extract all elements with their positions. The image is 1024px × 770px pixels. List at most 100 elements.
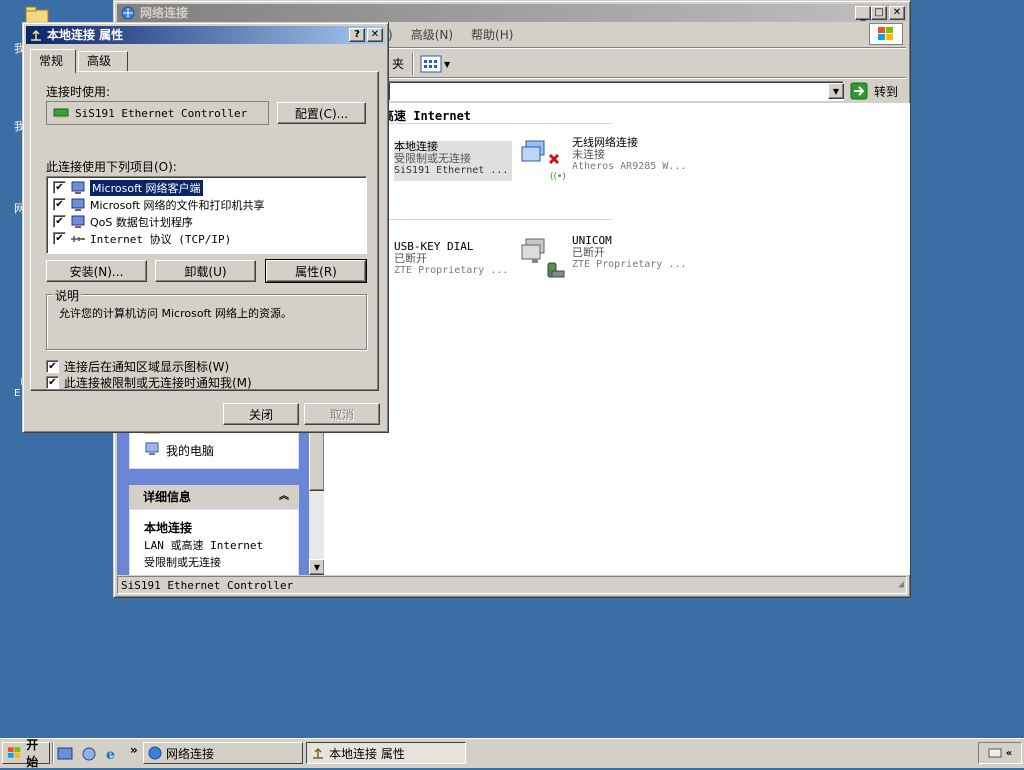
connection-device: SiS191 Ethernet ... [394,165,509,176]
connection-status: 已断开 [572,246,605,259]
go-button[interactable]: 转到 [850,81,906,101]
component-checkbox[interactable]: ✔ [53,198,66,211]
chevron-down-icon: ▼ [444,59,451,69]
connection-unicom[interactable]: UNICOM 已断开 ZTE Proprietary ... [520,235,686,283]
description-title: 说明 [53,287,82,304]
chevron-up-icon[interactable]: ︽ [279,485,289,509]
show-desktop-icon[interactable] [57,746,73,762]
option-notify[interactable]: ✔ 此连接被限制或无连接时通知我(M) [46,374,252,391]
tray-expand-icon[interactable]: « [1006,748,1012,759]
service-icon [71,198,85,211]
system-tray: « [978,742,1022,764]
protocol-icon [71,235,85,242]
menu-item-help[interactable]: 帮助(H) [471,25,513,45]
quicklaunch-chevron[interactable]: » [130,743,138,757]
option-show-icon-label: 连接后在通知区域显示图标(W) [64,360,230,374]
general-tab-panel: 连接时使用: SiS191 Ethernet Controller 配置(C).… [30,71,379,391]
adapter-box: SiS191 Ethernet Controller [46,101,269,125]
uninstall-button-label: 卸载(U) [184,264,227,279]
network-adapter-icon [31,29,41,41]
details-header[interactable]: 详细信息 ︽ [129,485,299,509]
connection-device: ZTE Proprietary ... [394,265,509,276]
configure-button[interactable]: 配置(C)... [277,102,366,124]
start-label: 开始 [26,738,39,769]
minimize-button[interactable]: _ [855,6,871,21]
properties-button[interactable]: 属性(R) [265,259,367,283]
component-item[interactable]: ✔ Microsoft 网络的文件和打印机共享 [53,196,265,213]
task-network-connections[interactable]: 网络连接 [143,742,303,764]
status-bar: SiS191 Ethernet Controller ◢ [117,576,907,594]
cancel-button-label: 取消 [329,407,354,422]
close-icon: ✕ [370,29,380,40]
windows-flag-icon [7,747,21,758]
menubar-divider [324,47,906,49]
toolbar-divider-2 [324,77,906,79]
description-text: 允许您的计算机访问 Microsoft 网络上的资源。 [59,307,293,320]
menu-item-advanced[interactable]: 高级(N) [411,25,453,45]
task-local-connection-properties[interactable]: 本地连接 属性 [306,742,466,764]
connection-usb-key-dial[interactable]: USB-KEY DIAL 已断开 ZTE Proprietary ... [394,241,508,277]
show-icon-checkbox[interactable]: ✔ [46,360,59,373]
help-button[interactable]: ? [349,28,365,42]
close-button-label: 关闭 [248,407,273,422]
start-button[interactable]: 开始 [2,738,50,769]
option-show-icon[interactable]: ✔ 连接后在通知区域显示图标(W) [46,358,229,375]
connection-device: ZTE Proprietary ... [572,259,687,270]
configure-button-label: 配置(C)... [294,106,349,121]
status-text: SiS191 Ethernet Controller [121,579,294,592]
windows-logo-icon [869,23,903,45]
details-box: 本地连接 LAN 或高速 Internet 受限制或无连接 [129,509,299,575]
internet-explorer-icon[interactable]: e [104,746,120,762]
component-checkbox[interactable]: ✔ [53,232,66,245]
toolbar-divider [412,53,414,75]
network-card-icon [53,108,69,118]
tab-advanced[interactable]: 高级 [78,51,128,71]
component-label: Microsoft 网络的文件和打印机共享 [90,198,265,212]
install-button-label: 安装(N)... [69,264,124,279]
close-button[interactable]: ✕ [889,6,905,20]
scroll-down-button[interactable]: ▼ [309,559,325,575]
description-group: 说明 允许您的计算机访问 Microsoft 网络上的资源。 [46,287,367,350]
notify-checkbox[interactable]: ✔ [46,376,59,389]
resize-grip-icon[interactable]: ◢ [898,577,904,593]
component-checkbox[interactable]: ✔ [53,215,66,228]
address-input[interactable] [388,81,844,101]
dialog-title: 本地连接 属性 [47,28,124,42]
tab-general[interactable]: 常规 [30,49,76,73]
views-button[interactable]: ▼ [420,53,458,75]
component-item[interactable]: ✔ Internet 协议 (TCP/IP) [53,230,231,247]
install-button[interactable]: 安装(N)... [46,260,147,282]
connect-using-label: 连接时使用: [46,85,111,99]
component-label: QoS 数据包计划程序 [90,215,193,229]
tab-label: 常规 [39,54,64,68]
connection-local-area[interactable]: 本地连接 受限制或无连接 SiS191 Ethernet ... [394,141,512,181]
component-label: Microsoft 网络客户端 [89,178,204,197]
other-places-item-my-computer[interactable]: 我的电脑 [166,442,214,459]
component-label: Internet 协议 (TCP/IP) [90,232,232,246]
connection-wireless[interactable]: ((•)) 无线网络连接 未连接 Atheros AR9285 W... [520,137,686,183]
components-list[interactable]: ✔ Microsoft 网络客户端 ✔ Microsoft 网络的文件和打印机共… [46,176,367,254]
network-quicklaunch-icon[interactable] [81,746,97,762]
details-title: 详细信息 [143,490,192,504]
keyboard-icon[interactable] [988,747,1002,759]
component-item[interactable]: ✔ Microsoft 网络客户端 [53,178,204,197]
network-icon [148,746,162,760]
uninstall-button[interactable]: 卸载(U) [155,260,256,282]
maximize-icon: □ [874,7,884,18]
netwin-titlebar[interactable]: 网络连接 _ □ ✕ [117,4,907,22]
go-label: 转到 [874,84,899,99]
menubar: (T) 高级(N) 帮助(H) [376,25,513,45]
dialog-close-button[interactable]: ✕ [367,28,383,42]
cancel-button[interactable]: 取消 [304,403,380,425]
dialog-titlebar[interactable]: 本地连接 属性 ? ✕ [26,26,385,44]
toolbar-folders-button[interactable]: 夹 [392,55,404,72]
group-divider [382,219,612,220]
connections-list: 高速 Internet 本地连接 受限制或无连接 SiS191 Ethernet… [324,103,910,575]
connection-status: 未连接 [572,148,605,161]
maximize-button[interactable]: □ [871,6,887,20]
task-label: 本地连接 属性 [329,746,405,761]
component-item[interactable]: ✔ QoS 数据包计划程序 [53,213,193,230]
dialog-close-action-button[interactable]: 关闭 [223,403,299,425]
component-checkbox[interactable]: ✔ [53,181,66,194]
address-dropdown-button[interactable]: ▼ [828,83,844,99]
